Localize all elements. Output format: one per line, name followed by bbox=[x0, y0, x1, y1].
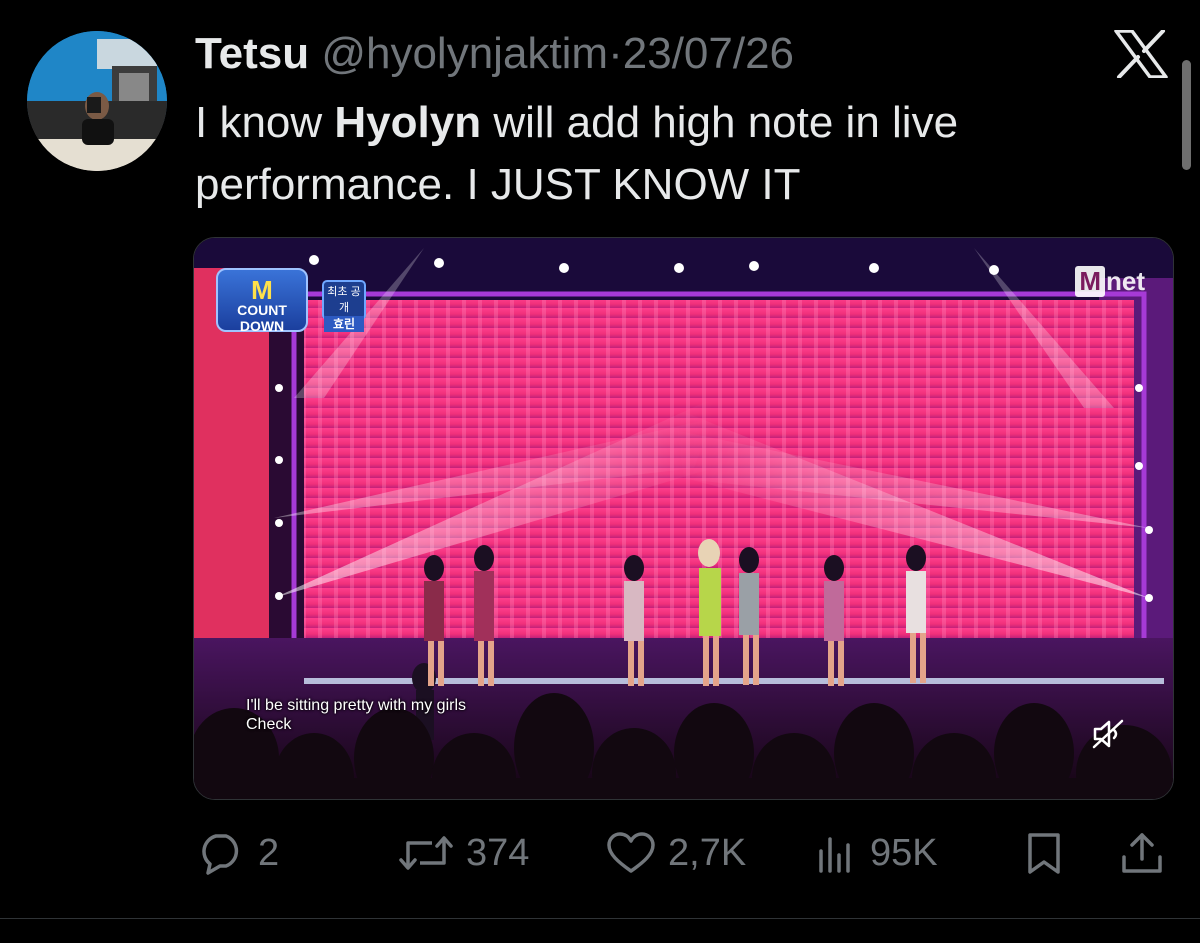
repost-icon bbox=[398, 831, 454, 875]
separator-dot: · bbox=[608, 29, 623, 78]
tweet-text: I know Hyolyn will add high note in live… bbox=[195, 92, 1095, 216]
like-button[interactable]: 2,7K bbox=[606, 828, 746, 878]
heart-icon bbox=[606, 831, 656, 875]
tweet-text-part: I know bbox=[195, 98, 335, 147]
channel-logo-box: M bbox=[1075, 266, 1105, 297]
author-handle[interactable]: @hyolynjaktim bbox=[321, 29, 608, 78]
subtitle-line: I'll be sitting pretty with my girls bbox=[246, 697, 467, 714]
program-name-line1: COUNT bbox=[237, 302, 287, 318]
tweet-date[interactable]: 23/07/26 bbox=[623, 29, 794, 78]
artist-name-label: 효린 bbox=[324, 316, 364, 332]
repost-count: 374 bbox=[466, 831, 530, 874]
video-subtitles: I'll be sitting pretty with my girls Che… bbox=[246, 696, 466, 734]
video-player[interactable]: M COUNT DOWN 최초 공개 효린 Mnet I'll be sitti… bbox=[193, 237, 1174, 800]
channel-logo: Mnet bbox=[1075, 266, 1145, 297]
premiere-badge: 최초 공개 효린 bbox=[322, 280, 366, 332]
program-logo: M bbox=[251, 275, 273, 305]
premiere-label: 최초 공개 bbox=[327, 286, 361, 314]
author-display-name[interactable]: Tetsu bbox=[195, 29, 309, 78]
tweet-text-bold: Hyolyn bbox=[334, 98, 482, 147]
share-button[interactable] bbox=[1118, 828, 1166, 878]
avatar[interactable] bbox=[27, 31, 167, 171]
bar-chart-icon bbox=[814, 831, 858, 875]
program-badge: M COUNT DOWN bbox=[216, 268, 308, 334]
bookmark-button[interactable] bbox=[1022, 828, 1066, 878]
views-button[interactable]: 95K bbox=[814, 828, 938, 878]
bookmark-icon bbox=[1022, 831, 1066, 875]
reply-button[interactable]: 2 bbox=[196, 828, 279, 878]
action-bar: 2 374 2,7K 95K bbox=[0, 828, 1200, 878]
reply-bubble-icon bbox=[196, 831, 246, 875]
divider bbox=[0, 918, 1200, 919]
reply-count: 2 bbox=[258, 831, 280, 874]
program-name-line2: DOWN bbox=[239, 318, 285, 334]
share-icon bbox=[1118, 831, 1166, 875]
tweet-view: Tetsu @hyolynjaktim·23/07/26 I know Hyol… bbox=[0, 0, 1200, 943]
repost-button[interactable]: 374 bbox=[398, 828, 529, 878]
views-count: 95K bbox=[870, 831, 938, 874]
speaker-muted-icon[interactable] bbox=[1091, 718, 1125, 750]
tweet-header: Tetsu @hyolynjaktim·23/07/26 bbox=[195, 28, 794, 80]
like-count: 2,7K bbox=[668, 831, 747, 874]
subtitle-line: Check bbox=[246, 716, 292, 733]
scrollbar[interactable] bbox=[1182, 60, 1191, 170]
channel-logo-rest: net bbox=[1106, 266, 1145, 296]
x-logo-icon bbox=[1114, 29, 1168, 79]
